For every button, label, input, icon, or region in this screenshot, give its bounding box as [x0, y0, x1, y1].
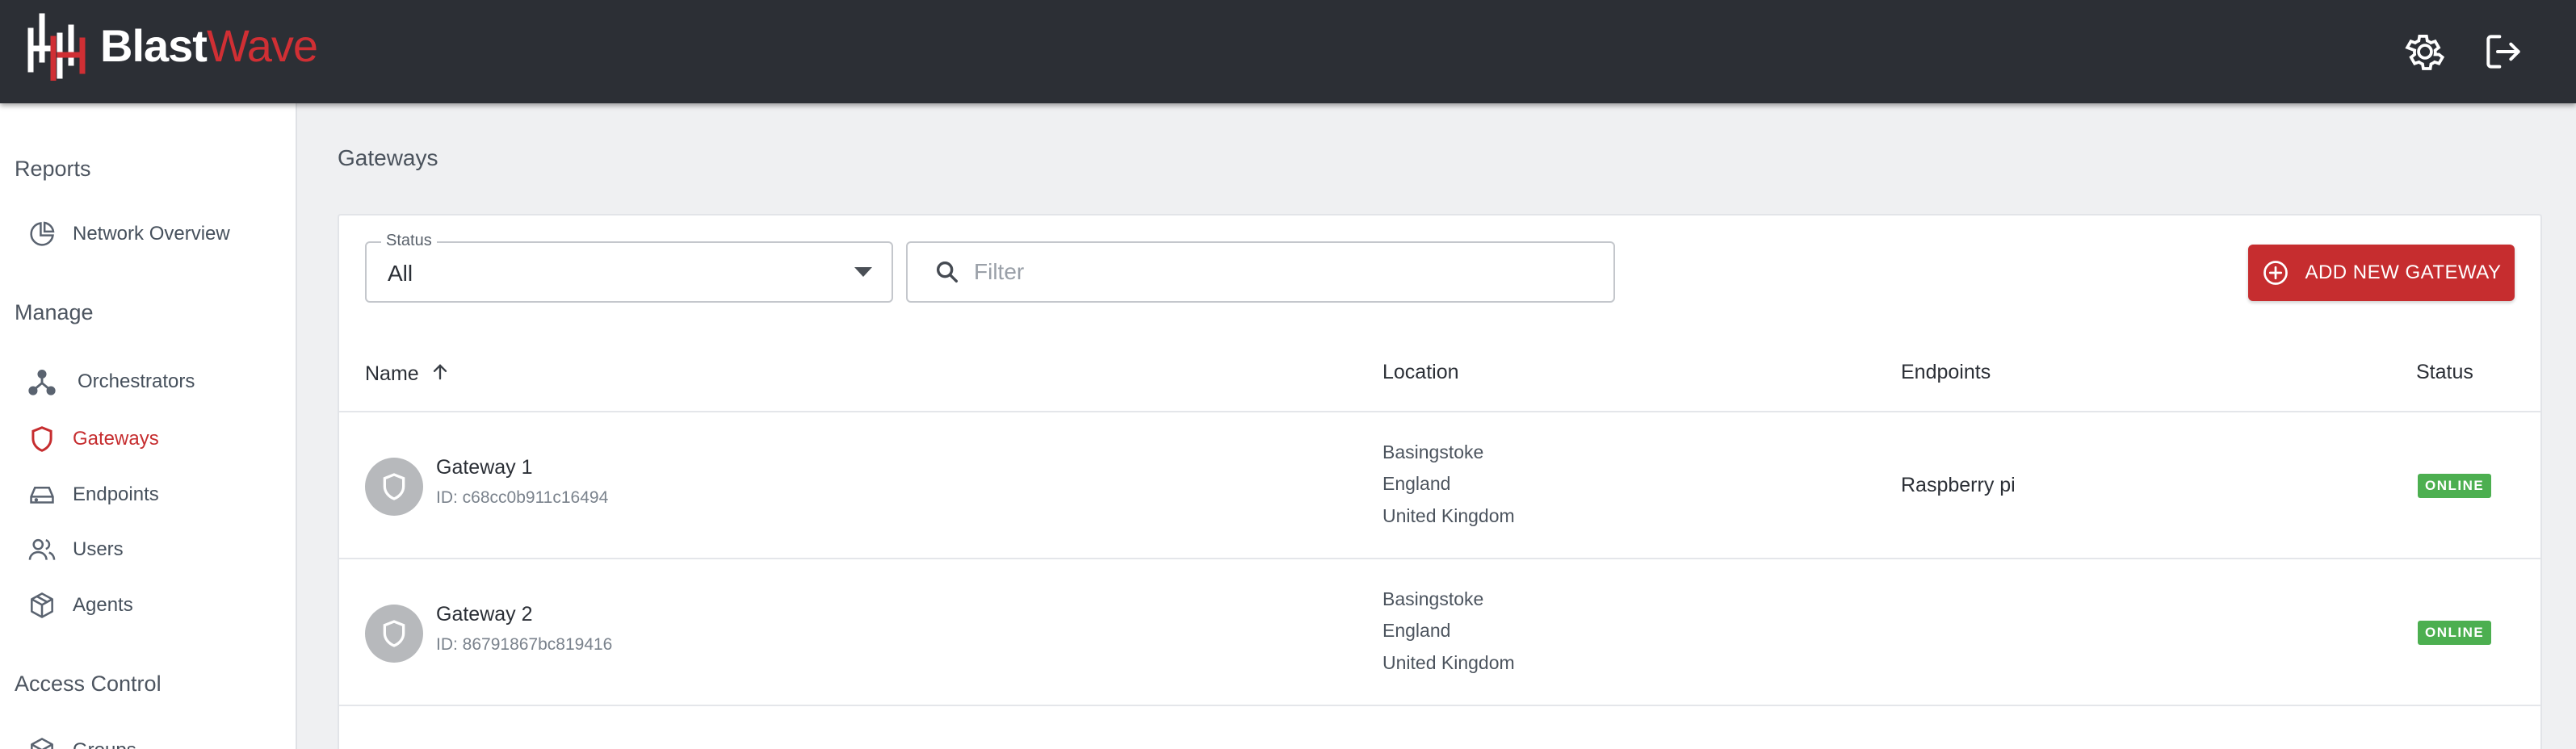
- gateway-id: ID: c68cc0b911c16494: [436, 488, 608, 508]
- sidebar-item-users[interactable]: Users: [26, 530, 124, 569]
- sidebar-item-label: Groups: [73, 739, 136, 749]
- location-country: United Kingdom: [1382, 652, 1515, 674]
- sidebar-item-network-overview[interactable]: Network Overview: [26, 215, 230, 253]
- top-app-bar: BlastWave: [0, 0, 2576, 103]
- add-circle-icon: [2261, 258, 2290, 287]
- shield-icon: [26, 423, 58, 455]
- column-header-status[interactable]: Status: [2416, 361, 2473, 384]
- location-city: Basingstoke: [1382, 588, 1483, 610]
- gateways-card: Status All ADD NEW GATEWAY Name Location…: [338, 214, 2542, 749]
- location-region: England: [1382, 620, 1450, 642]
- caret-down-icon: [854, 267, 872, 277]
- column-header-label: Name: [365, 362, 419, 385]
- gateway-id: ID: 86791867bc819416: [436, 635, 612, 655]
- blastwave-logo[interactable]: BlastWave: [24, 11, 317, 81]
- column-header-name[interactable]: Name: [365, 361, 451, 389]
- cube-icon: [26, 734, 58, 749]
- search-icon: [933, 258, 961, 286]
- sidebar-item-groups[interactable]: Groups: [26, 731, 136, 749]
- gateway-avatar: [365, 458, 423, 516]
- sidebar-item-label: Endpoints: [73, 483, 159, 506]
- gateway-name[interactable]: Gateway 2: [436, 603, 533, 626]
- sidebar-item-label: Gateways: [73, 428, 159, 450]
- location-country: United Kingdom: [1382, 505, 1515, 527]
- shield-icon: [378, 617, 410, 650]
- logout-button[interactable]: [2481, 29, 2526, 74]
- column-header-location[interactable]: Location: [1382, 361, 1459, 384]
- cube-icon: [26, 589, 58, 621]
- sidebar-item-label: Users: [73, 538, 124, 561]
- filter-input[interactable]: [974, 259, 1588, 285]
- sidebar: Reports Network Overview Manage Orchestr…: [0, 103, 297, 749]
- settings-button[interactable]: [2402, 29, 2448, 74]
- shield-icon: [378, 471, 410, 503]
- pie-chart-icon: [26, 218, 58, 250]
- sidebar-item-orchestrators[interactable]: Orchestrators: [26, 362, 195, 401]
- logout-icon: [2481, 29, 2526, 74]
- drive-icon: [26, 479, 58, 511]
- location-region: England: [1382, 473, 1450, 495]
- sidebar-item-agents[interactable]: Agents: [26, 586, 133, 625]
- status-badge: ONLINE: [2418, 474, 2491, 498]
- logo-text-blast: Blast: [100, 20, 207, 71]
- sidebar-item-endpoints[interactable]: Endpoints: [26, 475, 159, 514]
- status-badge: ONLINE: [2418, 621, 2491, 645]
- users-icon: [26, 534, 58, 566]
- sidebar-item-label: Agents: [73, 594, 133, 617]
- location-city: Basingstoke: [1382, 441, 1483, 463]
- logo-wordmark: BlastWave: [100, 23, 317, 69]
- sidebar-item-label: Orchestrators: [78, 370, 195, 393]
- table-row[interactable]: Gateway 1 ID: c68cc0b911c16494 Basingsto…: [339, 412, 2540, 559]
- sidebar-item-label: Network Overview: [73, 223, 230, 245]
- gateway-endpoints: Raspberry pi: [1901, 474, 2016, 497]
- gateway-avatar: [365, 605, 423, 663]
- gear-icon: [2402, 29, 2448, 74]
- filter-field[interactable]: [906, 241, 1615, 303]
- gateway-name[interactable]: Gateway 1: [436, 456, 533, 479]
- sidebar-item-gateways[interactable]: Gateways: [26, 420, 159, 458]
- logo-mark-icon: [24, 11, 99, 81]
- add-new-gateway-button[interactable]: ADD NEW GATEWAY: [2248, 245, 2515, 301]
- table-row[interactable]: Gateway 2 ID: 86791867bc819416 Basingsto…: [339, 559, 2540, 706]
- page-title: Gateways: [338, 145, 438, 171]
- sidebar-heading-reports: Reports: [15, 157, 91, 182]
- table-header: Name Location Endpoints Status: [339, 335, 2540, 412]
- status-select-label: Status: [381, 232, 437, 250]
- status-select[interactable]: Status All: [365, 241, 893, 303]
- logo-text-wave: Wave: [207, 20, 317, 71]
- column-header-endpoints[interactable]: Endpoints: [1901, 361, 1991, 384]
- sidebar-heading-manage: Manage: [15, 300, 94, 325]
- status-select-value: All: [388, 261, 413, 287]
- sidebar-heading-access-control: Access Control: [15, 672, 162, 697]
- add-new-gateway-label: ADD NEW GATEWAY: [2305, 262, 2501, 284]
- hub-icon: [26, 366, 58, 398]
- sort-ascending-icon: [429, 361, 451, 389]
